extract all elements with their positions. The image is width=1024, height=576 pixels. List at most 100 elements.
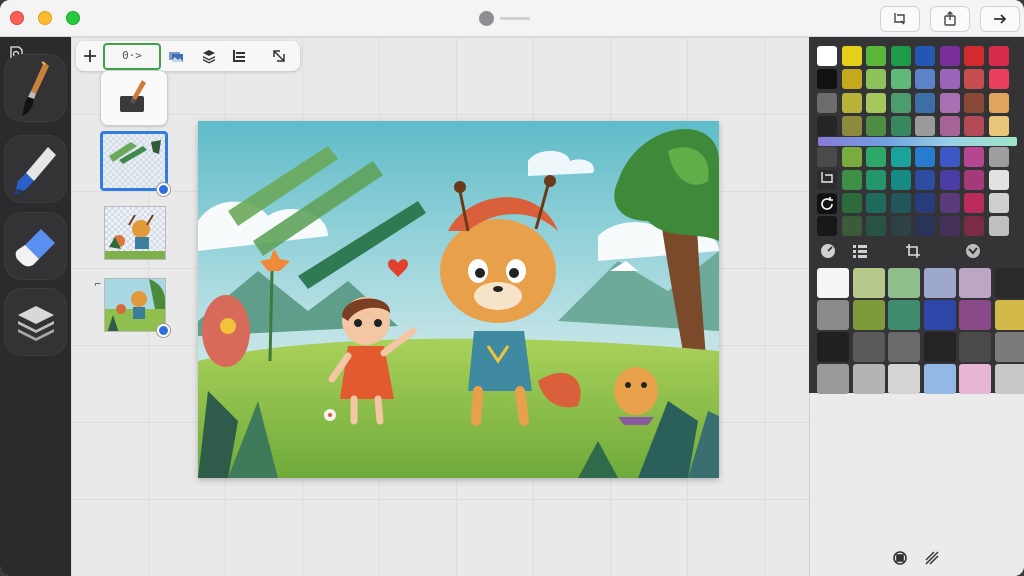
large-swatch[interactable] (994, 300, 1024, 330)
palette-swatch[interactable] (841, 170, 862, 190)
hue-slider[interactable] (818, 137, 1017, 146)
palette-swatch[interactable] (866, 216, 886, 236)
artwork-canvas[interactable] (198, 121, 719, 478)
palette-swatch[interactable] (866, 116, 886, 136)
large-swatch[interactable] (852, 268, 885, 298)
palette-swatch[interactable] (988, 116, 1009, 136)
palette-swatch[interactable] (915, 46, 935, 66)
palette-swatch[interactable] (841, 147, 862, 167)
crop-tab[interactable] (903, 241, 923, 261)
large-swatch[interactable] (852, 300, 885, 330)
palette-swatch[interactable] (915, 147, 935, 167)
palette-swatch[interactable] (890, 147, 911, 167)
palette-swatch[interactable] (817, 216, 837, 236)
large-swatch[interactable] (817, 268, 849, 298)
large-swatch[interactable] (888, 364, 920, 394)
palette-swatch[interactable] (964, 193, 984, 213)
palette-swatch[interactable] (939, 216, 960, 236)
palette-swatch[interactable] (964, 170, 984, 190)
palette-swatch[interactable] (890, 116, 911, 136)
large-swatch[interactable] (923, 300, 956, 330)
palette-swatch[interactable] (939, 93, 960, 113)
palette-swatch[interactable] (841, 46, 862, 66)
palette-swatch[interactable] (915, 193, 935, 213)
large-swatch[interactable] (852, 364, 885, 394)
eraser-tool[interactable] (4, 212, 67, 280)
large-swatch[interactable] (817, 300, 849, 330)
palette-swatch[interactable] (915, 216, 935, 236)
palette-swatch[interactable] (890, 170, 911, 190)
large-swatch[interactable] (959, 364, 991, 394)
dial-tab[interactable] (818, 241, 838, 261)
large-swatch[interactable] (923, 268, 956, 298)
palette-swatch[interactable] (890, 46, 911, 66)
palette-swatch[interactable] (841, 193, 862, 213)
palette-swatch[interactable] (915, 116, 935, 136)
palette-swatch[interactable] (988, 193, 1009, 213)
palette-swatch[interactable] (964, 116, 984, 136)
palette-swatch[interactable] (939, 193, 960, 213)
image-stack-button[interactable] (164, 45, 188, 67)
globe-tab[interactable] (963, 241, 983, 261)
large-swatch[interactable] (888, 268, 920, 298)
palette-swatch[interactable] (964, 46, 984, 66)
swatch-list-tab[interactable] (850, 241, 870, 261)
palette-swatch[interactable] (817, 93, 837, 113)
refresh-button[interactable] (817, 194, 837, 214)
large-swatch[interactable] (888, 300, 920, 330)
crop-doc-button[interactable] (880, 6, 920, 32)
large-swatch[interactable] (923, 332, 956, 362)
large-swatch[interactable] (852, 332, 885, 362)
palette-swatch[interactable] (915, 93, 935, 113)
palette-swatch[interactable] (890, 93, 911, 113)
layer-3-visibility-icon[interactable] (157, 324, 170, 337)
palette-swatch[interactable] (866, 170, 886, 190)
palette-swatch[interactable] (890, 216, 911, 236)
layer-3-thumbnail[interactable] (104, 278, 166, 332)
palette-swatch[interactable] (964, 69, 984, 89)
layers-button[interactable] (198, 45, 220, 67)
palette-swatch[interactable] (988, 216, 1009, 236)
palette-swatch[interactable] (817, 46, 837, 66)
large-swatch[interactable] (959, 332, 991, 362)
large-swatch[interactable] (994, 332, 1024, 362)
palette-swatch[interactable] (866, 93, 886, 113)
large-swatch[interactable] (923, 364, 956, 394)
palette-swatch[interactable] (964, 147, 984, 167)
layers-tool[interactable] (4, 288, 67, 356)
palette-swatch[interactable] (988, 93, 1009, 113)
close-window-button[interactable] (10, 11, 24, 25)
palette-swatch[interactable] (915, 170, 935, 190)
large-swatch[interactable] (994, 364, 1024, 394)
palette-swatch[interactable] (817, 69, 837, 89)
palette-swatch[interactable] (988, 170, 1009, 190)
palette-swatch[interactable] (866, 69, 886, 89)
palette-swatch[interactable] (915, 69, 935, 89)
large-swatch[interactable] (888, 332, 920, 362)
palette-swatch[interactable] (841, 216, 862, 236)
palette-swatch[interactable] (939, 147, 960, 167)
palette-swatch[interactable] (988, 147, 1009, 167)
palette-swatch[interactable] (988, 69, 1009, 89)
paintbrush-tool[interactable] (4, 54, 67, 122)
minimize-window-button[interactable] (38, 11, 52, 25)
palette-swatch[interactable] (939, 116, 960, 136)
forward-button[interactable] (980, 6, 1020, 32)
palette-swatch[interactable] (817, 147, 837, 167)
zoom-window-button[interactable] (66, 11, 80, 25)
pattern-button[interactable] (922, 548, 942, 568)
palette-swatch[interactable] (866, 147, 886, 167)
palette-swatch[interactable] (964, 93, 984, 113)
brush-preview-card[interactable] (100, 70, 168, 126)
marker-tool[interactable] (4, 135, 67, 203)
palette-swatch[interactable] (841, 116, 862, 136)
layer-1-visibility-icon[interactable] (157, 183, 170, 196)
palette-swatch[interactable] (964, 216, 984, 236)
palette-swatch[interactable] (939, 69, 960, 89)
large-swatch[interactable] (817, 364, 849, 394)
palette-swatch[interactable] (866, 193, 886, 213)
palette-swatch[interactable] (841, 93, 862, 113)
palette-swatch[interactable] (939, 46, 960, 66)
layer-1-thumbnail[interactable] (100, 131, 168, 191)
layer-2-thumbnail[interactable] (104, 206, 166, 260)
